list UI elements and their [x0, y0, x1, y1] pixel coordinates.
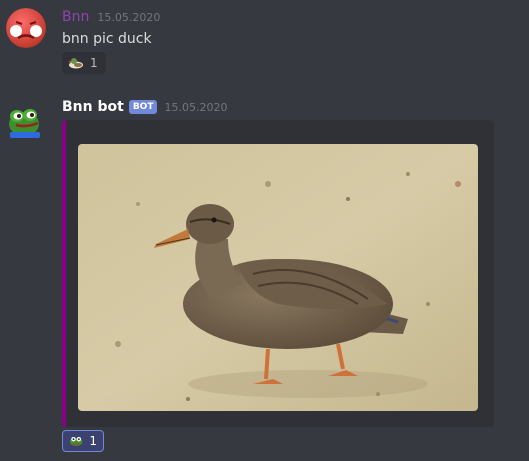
duck-emoji-icon — [68, 58, 83, 69]
username-bnn-bot[interactable]: Bnn bot — [62, 99, 124, 115]
mallard-duck-photo — [78, 144, 478, 411]
embed-accent-bar — [62, 120, 66, 427]
avatar-bnn-bot[interactable] — [6, 100, 46, 140]
sad-face-icon — [6, 8, 46, 48]
embed — [62, 120, 494, 427]
reaction-count: 1 — [90, 56, 98, 70]
timestamp[interactable]: 15.05.2020 — [164, 101, 227, 114]
timestamp[interactable]: 15.05.2020 — [97, 11, 160, 24]
bot-badge: BOT — [128, 100, 158, 114]
reaction-frog[interactable]: 1 — [62, 430, 104, 452]
reaction-count: 1 — [89, 434, 97, 448]
message-text: bnn pic duck — [62, 31, 152, 47]
pepe-frog-icon — [9, 109, 40, 138]
username-bnn[interactable]: Bnn — [62, 9, 89, 25]
duck-image[interactable] — [78, 144, 478, 411]
reaction-duck[interactable]: 1 — [62, 52, 106, 74]
frog-emoji-icon — [69, 436, 83, 446]
avatar-bnn[interactable] — [6, 8, 46, 48]
